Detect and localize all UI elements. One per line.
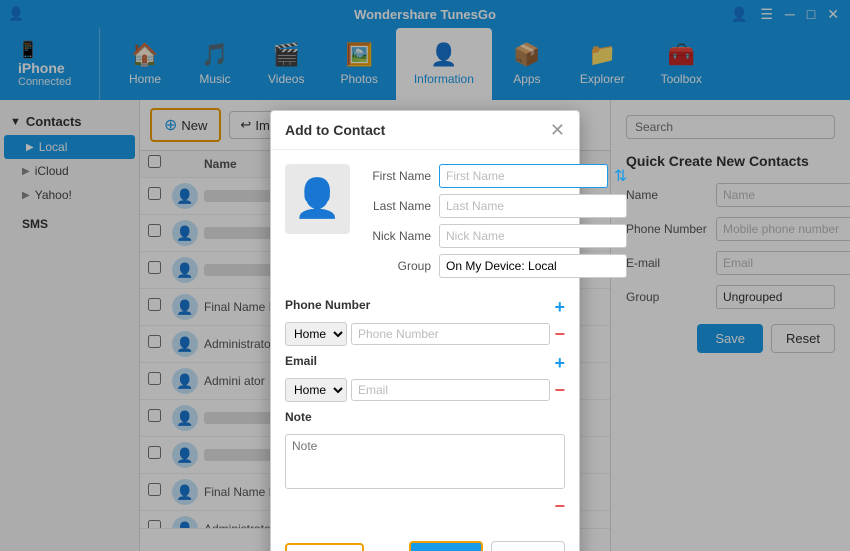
email-type-select[interactable]: Home Work <box>285 378 347 402</box>
first-name-row: First Name ⇅ <box>364 164 627 188</box>
modal-overlay: Add to Contact ✕ 👤 First Name ⇅ La <box>0 0 850 551</box>
email-row: Home Work − <box>285 378 565 402</box>
phone-type-select[interactable]: Home Work Mobile <box>285 322 347 346</box>
modal-footer: Add Field Save Cancel <box>271 531 579 551</box>
phone-section-label: Phone Number <box>285 298 370 312</box>
phone-number-input[interactable] <box>351 323 550 345</box>
add-field-button[interactable]: Add Field <box>285 543 364 551</box>
modal-body: 👤 First Name ⇅ Last Name Nick Name <box>271 150 579 531</box>
nick-name-label: Nick Name <box>364 229 439 243</box>
note-section-label: Note <box>285 410 312 424</box>
nick-name-row: Nick Name <box>364 224 627 248</box>
modal-cancel-button[interactable]: Cancel <box>491 541 565 551</box>
first-name-input[interactable] <box>439 164 608 188</box>
last-name-label: Last Name <box>364 199 439 213</box>
note-remove-button[interactable]: − <box>554 496 565 516</box>
phone-remove-button[interactable]: − <box>554 324 565 345</box>
modal-save-button[interactable]: Save <box>409 541 483 551</box>
note-textarea[interactable] <box>285 434 565 489</box>
group-label: Group <box>364 259 439 273</box>
modal-action-buttons: Save Cancel <box>409 541 565 551</box>
last-name-input[interactable] <box>439 194 627 218</box>
modal-header: Add to Contact ✕ <box>271 111 579 150</box>
group-row: Group On My Device: Local iCloud Yahoo! <box>364 254 627 278</box>
modal-top-section: 👤 First Name ⇅ Last Name Nick Name <box>285 164 565 284</box>
group-select[interactable]: On My Device: Local iCloud Yahoo! <box>439 254 627 278</box>
last-name-row: Last Name <box>364 194 627 218</box>
person-icon: 👤 <box>294 177 341 221</box>
email-remove-button[interactable]: − <box>554 380 565 401</box>
phone-row: Home Work Mobile − <box>285 322 565 346</box>
email-section-label: Email <box>285 354 317 368</box>
add-contact-modal: Add to Contact ✕ 👤 First Name ⇅ La <box>270 110 580 551</box>
contact-avatar-placeholder: 👤 <box>285 164 350 234</box>
phone-add-button[interactable]: + <box>554 297 565 318</box>
modal-title: Add to Contact <box>285 122 385 138</box>
note-section-header: Note <box>285 408 565 430</box>
email-section-header: Email + <box>285 352 565 374</box>
modal-close-button[interactable]: ✕ <box>550 121 565 139</box>
email-input[interactable] <box>351 379 550 401</box>
nick-name-input[interactable] <box>439 224 627 248</box>
first-name-label: First Name <box>364 169 439 183</box>
phone-section-header: Phone Number + <box>285 296 565 318</box>
email-add-button[interactable]: + <box>554 353 565 374</box>
sync-icon: ⇅ <box>614 166 627 186</box>
name-fields: First Name ⇅ Last Name Nick Name Group <box>364 164 627 284</box>
